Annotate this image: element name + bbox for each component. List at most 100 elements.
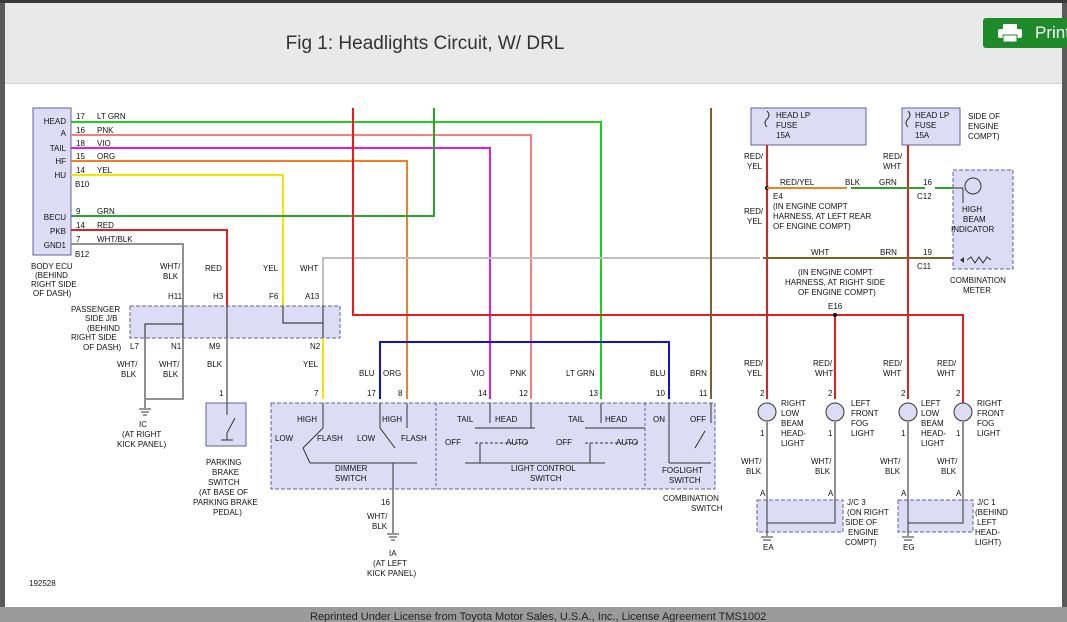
svg-text:BLU: BLU <box>650 369 666 378</box>
svg-text:H3: H3 <box>213 292 224 301</box>
svg-text:FLASH: FLASH <box>401 434 427 443</box>
svg-text:J/C 1: J/C 1 <box>977 498 996 507</box>
svg-text:2: 2 <box>760 389 765 398</box>
svg-text:11: 11 <box>699 389 708 398</box>
svg-text:8: 8 <box>398 389 403 398</box>
svg-text:H11: H11 <box>168 292 183 301</box>
svg-text:OFF: OFF <box>445 438 461 447</box>
license-text: Reprinted Under License from Toyota Moto… <box>310 611 767 622</box>
svg-text:14: 14 <box>76 166 85 175</box>
svg-text:OFF: OFF <box>690 415 706 424</box>
svg-text:SWITCH: SWITCH <box>669 476 701 485</box>
svg-text:HF: HF <box>55 157 66 166</box>
svg-text:PARKING BRAKE: PARKING BRAKE <box>193 498 258 507</box>
svg-text:WHT/: WHT/ <box>159 360 180 369</box>
svg-text:BLK: BLK <box>121 370 137 379</box>
svg-text:BLU: BLU <box>359 369 375 378</box>
svg-text:TAIL: TAIL <box>568 415 585 424</box>
svg-text:BRN: BRN <box>880 248 897 257</box>
svg-text:FUSE: FUSE <box>915 121 936 130</box>
svg-text:13: 13 <box>589 389 598 398</box>
jc1-junction: A A EG J/C 1 (BEHIND LEFT HEAD- LIGHT) <box>897 489 1008 552</box>
svg-text:(IN ENGINE COMPT: (IN ENGINE COMPT <box>798 268 873 277</box>
svg-text:EA: EA <box>763 543 774 552</box>
svg-text:B12: B12 <box>75 250 90 259</box>
svg-text:WHT/: WHT/ <box>937 457 958 466</box>
svg-text:BLK: BLK <box>845 178 861 187</box>
svg-text:HEAD LP: HEAD LP <box>776 111 810 120</box>
svg-text:17: 17 <box>367 389 376 398</box>
svg-text:SWITCH: SWITCH <box>691 504 723 513</box>
svg-text:HIGH: HIGH <box>962 205 982 214</box>
svg-text:RED/: RED/ <box>744 152 764 161</box>
svg-text:RIGHT SIDE: RIGHT SIDE <box>31 280 77 289</box>
print-button[interactable]: Print <box>983 18 1067 48</box>
svg-text:LEFT: LEFT <box>977 518 997 527</box>
svg-text:(BEHIND: (BEHIND <box>87 324 120 333</box>
svg-text:15: 15 <box>76 152 85 161</box>
svg-text:2: 2 <box>956 389 961 398</box>
svg-text:WHT/: WHT/ <box>117 360 138 369</box>
svg-text:TAIL: TAIL <box>50 144 67 153</box>
svg-text:LIGHT: LIGHT <box>781 439 805 448</box>
svg-text:BLK: BLK <box>941 467 957 476</box>
svg-text:SWITCH: SWITCH <box>208 478 240 487</box>
svg-text:COMPT): COMPT) <box>845 538 877 547</box>
jc3-junction: A A EA J/C 3 (ON RIGHT SIDE OF ENGINE CO… <box>756 489 889 552</box>
svg-text:SIDE OF: SIDE OF <box>968 112 1000 121</box>
svg-text:RED/: RED/ <box>937 359 957 368</box>
svg-text:LOW: LOW <box>921 409 940 418</box>
svg-text:SWITCH: SWITCH <box>335 474 367 483</box>
wire-red-pkb <box>71 229 228 306</box>
svg-text:RED: RED <box>97 221 114 230</box>
license-footer: Reprinted Under License from Toyota Moto… <box>0 607 1067 622</box>
svg-text:BRN: BRN <box>690 369 707 378</box>
svg-text:OF DASH): OF DASH) <box>33 289 72 298</box>
svg-text:LIGHT CONTROL: LIGHT CONTROL <box>511 464 576 473</box>
svg-text:M9: M9 <box>209 342 221 351</box>
svg-text:BLK: BLK <box>207 360 223 369</box>
svg-text:ENGINE: ENGINE <box>968 122 999 131</box>
svg-text:19: 19 <box>923 248 932 257</box>
svg-text:RIGHT: RIGHT <box>977 399 1002 408</box>
svg-text:J/C 3: J/C 3 <box>847 498 866 507</box>
svg-text:ENGINE: ENGINE <box>848 528 879 537</box>
body-ecu-pin-numbers: 17 16 18 15 14 9 14 7 <box>76 112 85 244</box>
svg-text:YEL: YEL <box>97 166 113 175</box>
svg-text:PNK: PNK <box>97 126 114 135</box>
svg-text:1: 1 <box>901 429 906 438</box>
svg-text:PARKING: PARKING <box>206 458 241 467</box>
svg-text:DIMMER: DIMMER <box>335 464 368 473</box>
svg-text:IC: IC <box>139 420 147 429</box>
svg-text:YEL: YEL <box>747 217 763 226</box>
svg-text:LOW: LOW <box>275 434 294 443</box>
svg-text:EG: EG <box>903 543 915 552</box>
wiring-diagram: HEAD A TAIL HF HU B10 BECU PKB GND1 B12 … <box>29 107 1014 588</box>
svg-text:COMBINATION: COMBINATION <box>663 494 719 503</box>
svg-text:BLK: BLK <box>885 467 901 476</box>
e16-junction: WHT BRN 19 C11 (IN ENGINE COMPT HARNESS,… <box>763 248 953 317</box>
svg-text:14: 14 <box>76 221 85 230</box>
svg-text:WHT/: WHT/ <box>160 262 181 271</box>
svg-text:LEFT: LEFT <box>851 399 871 408</box>
svg-text:FOG: FOG <box>851 419 868 428</box>
svg-text:18: 18 <box>76 139 85 148</box>
svg-text:WHT: WHT <box>811 248 829 257</box>
wire-lt-grn <box>71 121 602 399</box>
svg-text:WHT/: WHT/ <box>741 457 762 466</box>
svg-text:LIGHT: LIGHT <box>851 429 875 438</box>
printer-icon <box>998 24 1022 42</box>
svg-text:BLK: BLK <box>815 467 831 476</box>
svg-text:RIGHT: RIGHT <box>781 399 806 408</box>
load-left-low-beam: RED/ WHT 2 1 LEFT LOW BEAM HEAD- LIGHT W… <box>880 359 946 500</box>
svg-text:OF ENGINE COMPT): OF ENGINE COMPT) <box>773 222 851 231</box>
svg-text:FOGLIGHT: FOGLIGHT <box>662 466 703 475</box>
svg-text:PKB: PKB <box>50 227 66 236</box>
svg-text:1: 1 <box>828 429 833 438</box>
svg-text:16: 16 <box>923 178 932 187</box>
svg-text:ORG: ORG <box>383 369 401 378</box>
svg-text:HEAD: HEAD <box>495 415 517 424</box>
svg-text:PEDAL): PEDAL) <box>213 508 242 517</box>
svg-text:LIGHT: LIGHT <box>977 429 1001 438</box>
svg-text:C11: C11 <box>917 262 932 271</box>
